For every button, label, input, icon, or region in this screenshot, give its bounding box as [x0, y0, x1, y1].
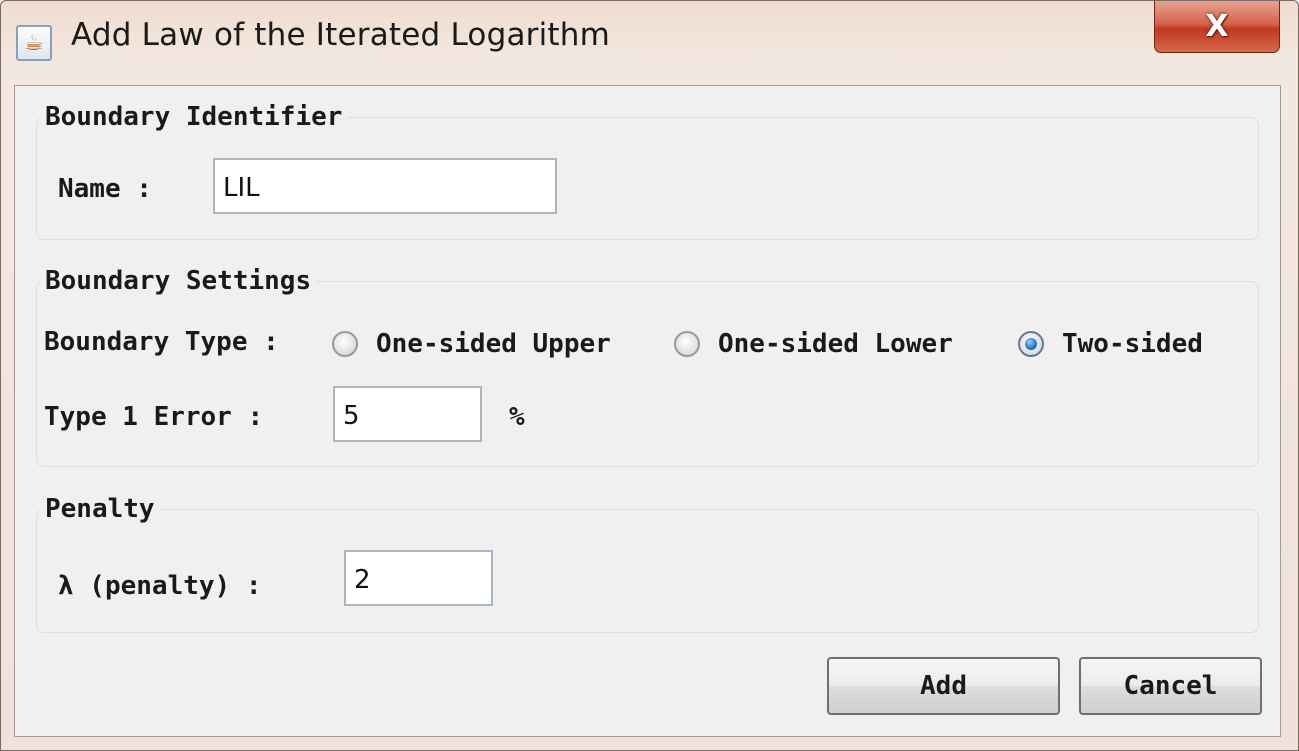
- percent-unit: %: [509, 402, 525, 432]
- radio-button-selected[interactable]: [1018, 331, 1044, 357]
- boundary-identifier-legend: Boundary Identifier: [45, 102, 343, 132]
- title-bar[interactable]: ☕ Add Law of the Iterated Logarithm X: [1, 1, 1298, 85]
- dialog-content: Boundary Identifier Name : Boundary Sett…: [14, 85, 1281, 737]
- radio-two-sided[interactable]: Two-sided: [1018, 329, 1203, 359]
- dialog-window: ☕ Add Law of the Iterated Logarithm X Bo…: [0, 0, 1299, 751]
- radio-button[interactable]: [674, 331, 700, 357]
- type1-error-input[interactable]: [333, 386, 482, 442]
- name-input[interactable]: [213, 158, 557, 214]
- lambda-label: λ (penalty) :: [58, 571, 262, 601]
- radio-label: One-sided Upper: [376, 329, 611, 359]
- close-icon: X: [1205, 9, 1229, 44]
- penalty-legend: Penalty: [45, 494, 155, 524]
- lambda-input[interactable]: [344, 550, 493, 606]
- radio-label: Two-sided: [1062, 329, 1203, 359]
- window-title: Add Law of the Iterated Logarithm: [71, 17, 611, 53]
- type1-error-label: Type 1 Error :: [44, 402, 264, 432]
- add-button[interactable]: Add: [827, 657, 1060, 715]
- boundary-settings-group: Boundary Settings: [36, 268, 1259, 467]
- cancel-button[interactable]: Cancel: [1079, 657, 1262, 715]
- radio-label: One-sided Lower: [718, 329, 953, 359]
- radio-button[interactable]: [332, 331, 358, 357]
- name-label: Name :: [58, 174, 152, 204]
- radio-one-sided-lower[interactable]: One-sided Lower: [674, 329, 953, 359]
- radio-one-sided-upper[interactable]: One-sided Upper: [332, 329, 611, 359]
- penalty-group: Penalty: [36, 496, 1259, 633]
- boundary-settings-legend: Boundary Settings: [45, 266, 312, 296]
- boundary-type-label: Boundary Type :: [44, 327, 279, 357]
- close-button[interactable]: X: [1154, 1, 1280, 53]
- java-icon: ☕: [16, 25, 52, 61]
